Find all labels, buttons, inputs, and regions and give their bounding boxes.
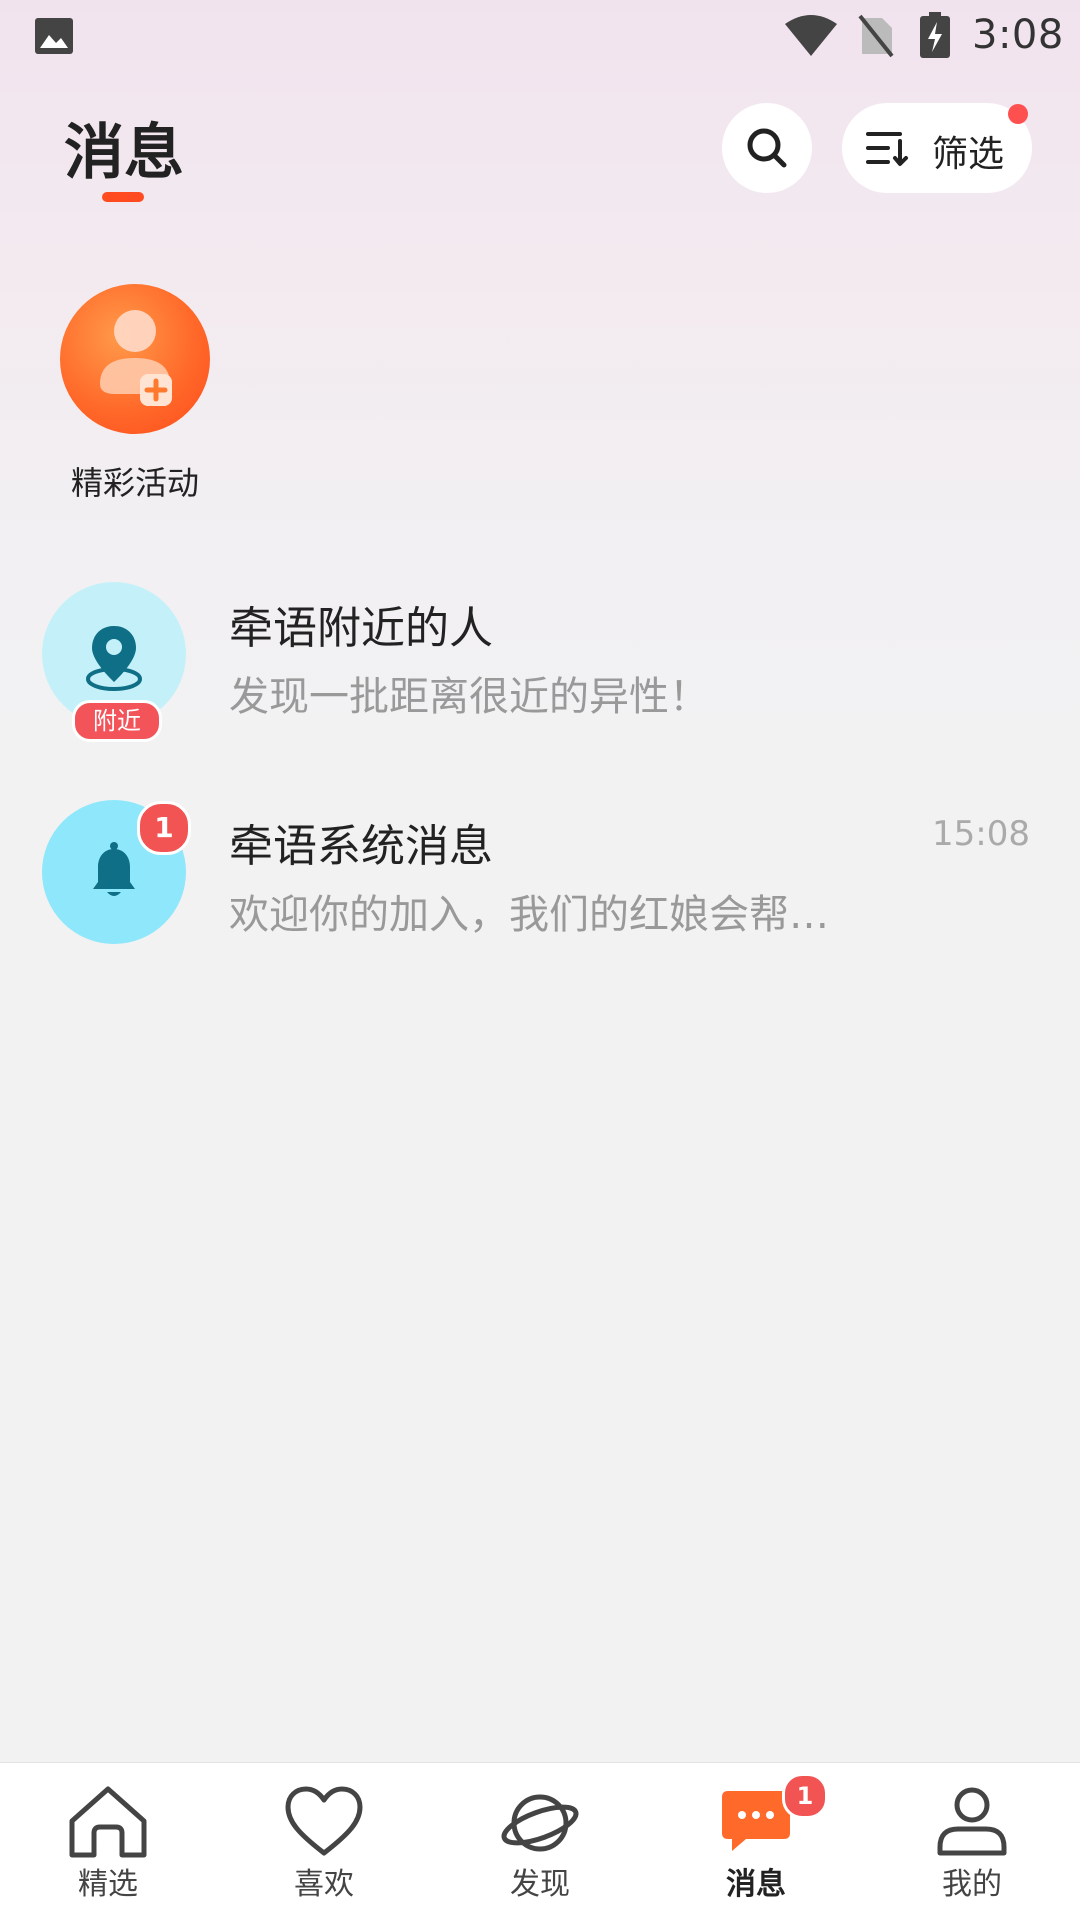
no-sim-icon	[858, 14, 894, 58]
nav-label: 我的	[942, 1867, 1002, 1902]
conversation-preview: 欢迎你的加入，我们的红娘会帮…	[229, 892, 829, 938]
title-underline	[102, 192, 144, 202]
profile-icon	[937, 1787, 1007, 1856]
filter-button[interactable]: 筛选	[842, 103, 1032, 193]
conversation-title: 牵语附近的人	[229, 603, 493, 654]
bottom-nav: 精选 喜欢 发现 1 消息 我的	[0, 1762, 1080, 1921]
home-icon	[69, 1786, 147, 1858]
image-icon	[35, 18, 73, 54]
filter-label: 筛选	[932, 134, 1005, 175]
activity-label: 精彩活动	[70, 464, 199, 502]
search-button[interactable]	[722, 103, 812, 193]
conversation-title: 牵语系统消息	[229, 821, 493, 872]
nav-item-featured[interactable]: 精选	[0, 1763, 216, 1921]
nav-label: 喜欢	[294, 1867, 354, 1902]
conversation-row-nearby[interactable]: 牵语附近的人 发现一批距离很近的异性！	[0, 570, 1080, 740]
conversation-time: 15:08	[932, 814, 1030, 854]
nearby-tag: 附近	[72, 700, 162, 742]
nav-unread-badge: 1	[782, 1773, 828, 1819]
conversation-preview: 发现一批距离很近的异性！	[229, 674, 709, 720]
nav-item-like[interactable]: 喜欢	[216, 1763, 432, 1921]
nav-item-profile[interactable]: 我的	[864, 1763, 1080, 1921]
nav-item-discover[interactable]: 发现	[432, 1763, 648, 1921]
heart-icon	[285, 1786, 363, 1856]
page-title: 消息	[64, 118, 184, 188]
activity-button[interactable]	[60, 284, 210, 434]
nav-label: 发现	[510, 1867, 570, 1902]
planet-icon	[501, 1794, 579, 1852]
status-time: 3:08	[972, 12, 1064, 58]
status-bar: 3:08	[0, 0, 1080, 72]
search-icon	[747, 128, 787, 168]
nav-label: 精选	[78, 1867, 138, 1902]
battery-charging-icon	[920, 12, 950, 58]
unread-badge: 1	[137, 801, 191, 855]
sort-filter-icon	[866, 132, 908, 166]
wifi-icon	[785, 15, 837, 56]
filter-notification-dot	[1008, 104, 1028, 124]
nav-label: 消息	[726, 1867, 786, 1902]
user-plus-icon	[100, 310, 172, 406]
nav-item-messages[interactable]: 1 消息	[648, 1763, 864, 1921]
